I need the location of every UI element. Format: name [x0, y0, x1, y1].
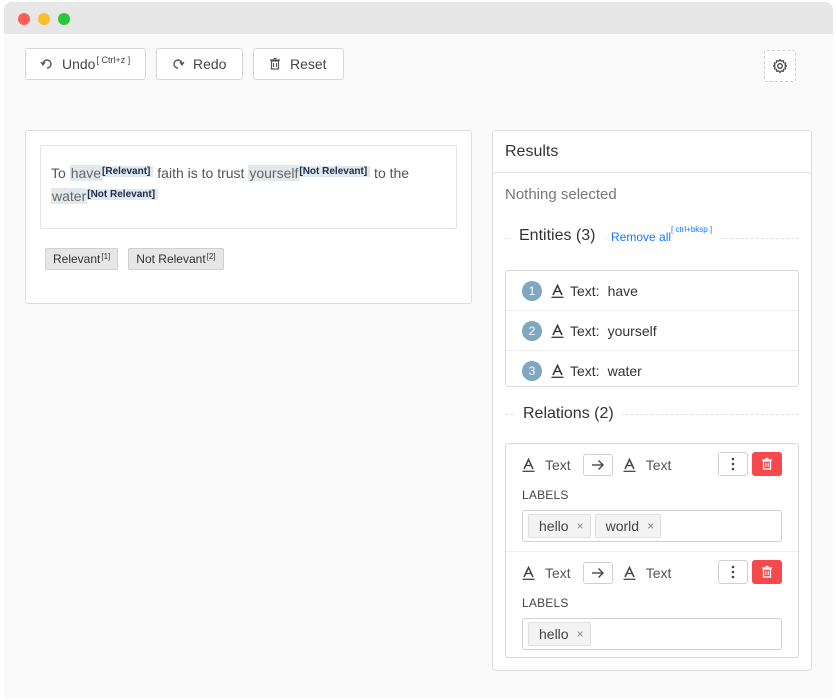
undo-icon [40, 59, 52, 69]
text-content[interactable]: To have[Relevant] faith is to trust your… [40, 145, 457, 229]
entity-number-badge: 2 [522, 320, 542, 341]
text-type-icon [522, 566, 535, 580]
label-button-not-relevant[interactable]: Not Relevant [2] [128, 248, 224, 270]
entity-kind: Text: [570, 282, 600, 299]
label-button-text: Not Relevant [136, 252, 206, 266]
more-vertical-icon [731, 565, 735, 579]
entity-label-tag: [Not Relevant] [87, 189, 159, 200]
relation-more-button[interactable] [718, 560, 748, 584]
entity-number-badge: 1 [522, 280, 542, 301]
entities-title: Entities (3) [511, 227, 604, 245]
relation-from[interactable]: Text [545, 565, 571, 581]
label-button-text: Relevant [53, 252, 101, 266]
results-panel: Results Nothing selected Entities (3) Re… [492, 130, 812, 671]
entity-label-tag: [Relevant] [102, 166, 154, 177]
redo-icon [173, 59, 185, 69]
text-type-icon [551, 323, 564, 338]
entity-label-tag: [Not Relevant] [299, 166, 371, 177]
trash-icon [762, 565, 772, 578]
relation-labels-select[interactable]: hello × [522, 618, 782, 650]
gear-icon [772, 58, 788, 74]
remove-all-link[interactable]: Remove all[ ctrl+bksp ] [607, 225, 719, 244]
relation-direction-button[interactable] [582, 454, 613, 476]
entity-item[interactable]: 1 Text: have [506, 271, 798, 311]
undo-label: Undo [62, 56, 96, 72]
text-segment: to the [370, 165, 410, 181]
text-type-icon [623, 566, 636, 580]
text-segment: faith is to trust [153, 165, 249, 181]
label-hotkey: [1] [101, 251, 111, 261]
label-tag: hello × [528, 514, 591, 538]
relation-item: Text Text LABELS hello × [506, 552, 798, 659]
trash-icon [270, 57, 280, 70]
annotation-editor: To have[Relevant] faith is to trust your… [25, 130, 472, 304]
entity-number-badge: 3 [522, 360, 542, 381]
label-hotkey: [2] [206, 251, 216, 261]
relation-delete-button[interactable] [752, 452, 782, 476]
remove-all-label: Remove all [611, 230, 672, 244]
reset-label: Reset [290, 56, 327, 72]
minimize-window-button[interactable] [38, 13, 50, 25]
relation-labels-select[interactable]: hello × world × [522, 510, 782, 542]
text-type-icon [522, 458, 535, 472]
close-window-button[interactable] [18, 13, 30, 25]
nothing-selected-text: Nothing selected [505, 186, 617, 203]
entity-kind: Text: [570, 362, 600, 379]
text-type-icon [551, 363, 564, 378]
trash-icon [762, 457, 772, 470]
remove-all-shortcut: [ ctrl+bksp ] [671, 225, 713, 234]
entity-value: have [607, 282, 638, 299]
relation-from[interactable]: Text [545, 457, 571, 473]
entity-item[interactable]: 2 Text: yourself [506, 311, 798, 351]
entity-item[interactable]: 3 Text: water [506, 351, 798, 390]
remove-tag-icon[interactable]: × [577, 519, 584, 533]
entity-kind: Text: [570, 322, 600, 339]
relation-direction-button[interactable] [582, 562, 613, 584]
relation-item: Text Text LABELS hello × world × [506, 444, 798, 552]
label-tag-text: hello [539, 626, 569, 642]
text-type-icon [551, 283, 564, 298]
relation-to[interactable]: Text [646, 457, 672, 473]
entity-yourself[interactable]: yourself [248, 165, 300, 181]
label-button-relevant[interactable]: Relevant [1] [45, 248, 119, 270]
undo-shortcut: [ Ctrl+z ] [96, 55, 131, 65]
relation-delete-button[interactable] [752, 560, 782, 584]
entity-value: yourself [607, 322, 657, 339]
redo-button[interactable]: Redo [156, 48, 243, 80]
maximize-window-button[interactable] [58, 13, 70, 25]
relations-title: Relations (2) [515, 405, 622, 423]
relation-to[interactable]: Text [646, 565, 672, 581]
more-vertical-icon [731, 457, 735, 471]
app-window: Undo[ Ctrl+z ] Redo Reset To have[Releva… [4, 2, 833, 698]
undo-button[interactable]: Undo[ Ctrl+z ] [25, 48, 146, 80]
relations-list: Text Text LABELS hello × world × Text Te… [505, 443, 799, 658]
labels-caption: LABELS [522, 488, 569, 502]
text-type-icon [623, 458, 636, 472]
remove-tag-icon[interactable]: × [647, 519, 654, 533]
arrow-right-icon [591, 460, 604, 470]
reset-button[interactable]: Reset [253, 48, 344, 80]
settings-button[interactable] [764, 50, 796, 82]
label-tag-text: world [605, 518, 640, 534]
relation-more-button[interactable] [718, 452, 748, 476]
remove-tag-icon[interactable]: × [577, 627, 584, 641]
title-bar [4, 2, 833, 34]
results-title: Results [493, 131, 811, 173]
arrow-right-icon [591, 568, 604, 578]
entity-value: water [607, 362, 642, 379]
label-tag: hello × [528, 622, 591, 646]
text-segment: To [51, 165, 70, 181]
entity-have[interactable]: have [69, 165, 103, 181]
redo-label: Redo [193, 56, 227, 72]
labels-caption: LABELS [522, 596, 569, 610]
label-tag: world × [594, 514, 662, 538]
entity-water[interactable]: water [51, 188, 88, 204]
label-buttons: Relevant [1] Not Relevant [2] [45, 248, 234, 270]
entities-list: 1 Text: have 2 Text: yourself 3 Text: wa… [505, 270, 799, 387]
label-tag-text: hello [539, 518, 569, 534]
